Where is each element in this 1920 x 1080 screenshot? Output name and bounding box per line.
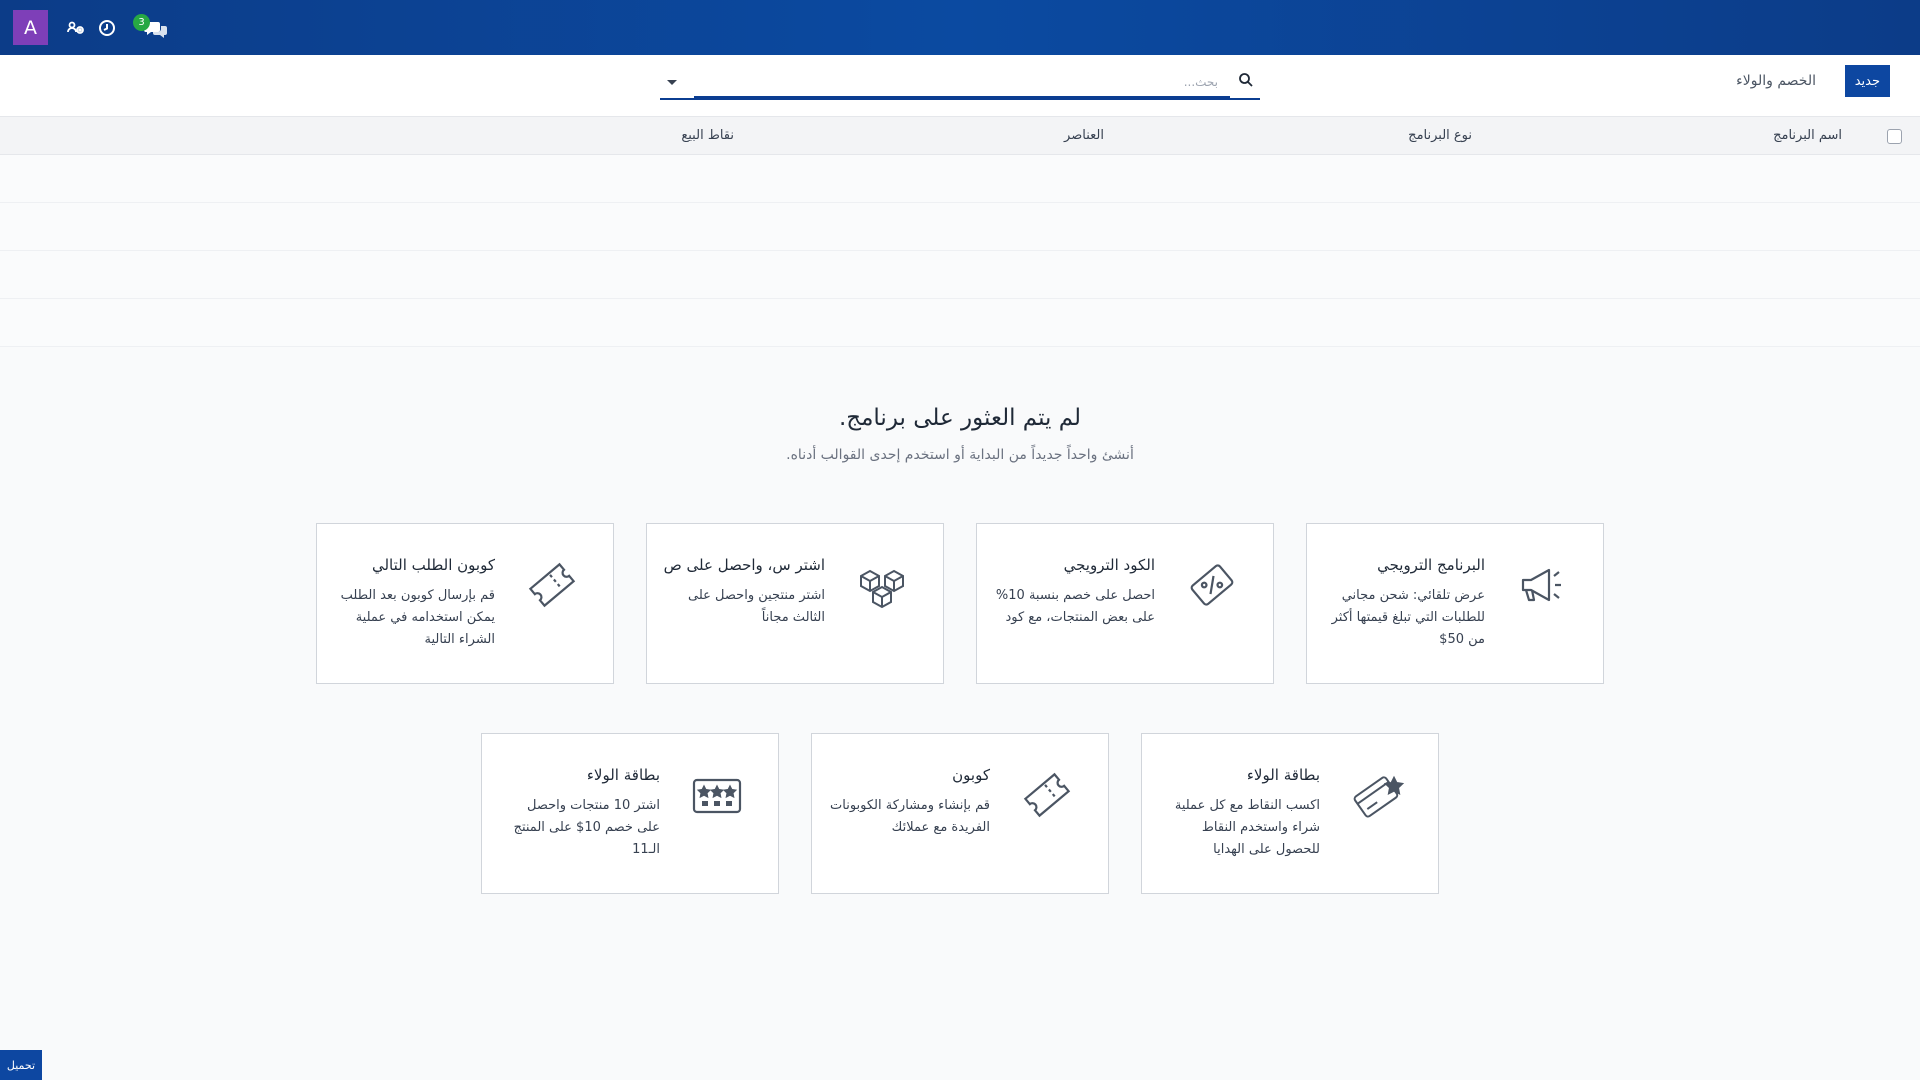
template-card-promotion[interactable]: البرنامج الترويجي عرض تلقائي: شحن مجاني … <box>1306 523 1604 684</box>
template-title: كوبون الطلب التالي <box>371 556 495 574</box>
template-description: قم بإنشاء ومشاركة الكوبونات الفريدة مع ع… <box>830 798 990 835</box>
control-panel: جديد الخصم والولاء <box>0 55 1920 117</box>
template-card-buy-x-get-y[interactable]: اشتر س، واحصل على ص اشتر منتجين واحصل عل… <box>646 523 944 684</box>
template-title: اشتر س، واحصل على ص <box>663 556 825 574</box>
column-program-type[interactable]: نوع البرنامج <box>1408 128 1472 143</box>
notification-badge: 3 <box>133 14 150 31</box>
table-row <box>0 155 1920 203</box>
table-row <box>0 251 1920 299</box>
empty-state-title: لم يتم العثور على برنامج. <box>838 405 1082 431</box>
table-row <box>0 299 1920 347</box>
breadcrumb[interactable]: الخصم والولاء <box>1736 73 1816 89</box>
loyalty-card-icon <box>1346 764 1408 826</box>
template-card-promo-code[interactable]: الكود الترويجي احصل على خصم بنسبة 10% عل… <box>976 523 1274 684</box>
column-point-of-sale[interactable]: نقاط البيع <box>681 128 734 143</box>
coupon-icon <box>1016 764 1078 826</box>
search-icon <box>1238 72 1254 88</box>
template-title: الكود الترويجي <box>1063 556 1155 574</box>
table-header: اسم البرنامج نوع البرنامج العناصر نقاط ا… <box>0 117 1920 155</box>
users-gear-icon[interactable] <box>64 16 88 40</box>
template-description: اشتر 10 منتجات واحصل على خصم 10$ على الم… <box>513 798 660 857</box>
template-description: اكسب النقاط مع كل عملية شراء واستخدم الن… <box>1174 798 1320 857</box>
template-card-next-order-coupon[interactable]: كوبون الطلب التالي قم بإرسال كوبون بعد ا… <box>316 523 614 684</box>
clock-icon[interactable] <box>95 16 119 40</box>
template-card-coupon[interactable]: كوبون قم بإنشاء ومشاركة الكوبونات الفريد… <box>811 733 1109 894</box>
template-card-stamp-loyalty[interactable]: بطاقة الولاء اشتر 10 منتجات واحصل على خص… <box>481 733 779 894</box>
stamp-card-icon <box>686 764 748 826</box>
template-description: احصل على خصم بنسبة 10% على بعض المنتجات،… <box>995 588 1155 625</box>
user-avatar[interactable]: A <box>13 10 48 45</box>
template-description: اشتر منتجين واحصل على الثالث مجاناً <box>688 588 825 625</box>
search-input[interactable] <box>694 71 1220 93</box>
search-focus-line <box>694 96 1230 99</box>
template-title: البرنامج الترويجي <box>1377 556 1485 574</box>
template-description: قم بإرسال كوبون بعد الطلب يمكن استخدامه … <box>340 588 495 647</box>
empty-state-subtitle: أنشئ واحداً جديداً من البداية أو استخدم … <box>786 447 1134 463</box>
template-card-loyalty-card[interactable]: بطاقة الولاء اكسب النقاط مع كل عملية شرا… <box>1141 733 1439 894</box>
search-bar <box>660 66 1260 100</box>
table-row <box>0 203 1920 251</box>
column-program-name[interactable]: اسم البرنامج <box>1773 128 1842 143</box>
template-title: بطاقة الولاء <box>586 766 660 784</box>
column-items[interactable]: العناصر <box>1064 128 1104 143</box>
template-title: كوبون <box>952 766 990 784</box>
select-all-checkbox[interactable] <box>1887 129 1902 144</box>
ticket-icon <box>521 554 583 616</box>
load-button[interactable]: تحميل <box>0 1050 42 1080</box>
template-title: بطاقة الولاء <box>1246 766 1320 784</box>
discount-ticket-icon <box>1181 554 1243 616</box>
boxes-icon <box>851 554 913 616</box>
search-options-toggle[interactable] <box>664 74 680 90</box>
new-button[interactable]: جديد <box>1844 65 1890 97</box>
megaphone-icon <box>1511 554 1573 616</box>
template-description: عرض تلقائي: شحن مجاني للطلبات التي تبلغ … <box>1331 588 1485 647</box>
top-navbar: A 3 <box>0 0 1920 55</box>
